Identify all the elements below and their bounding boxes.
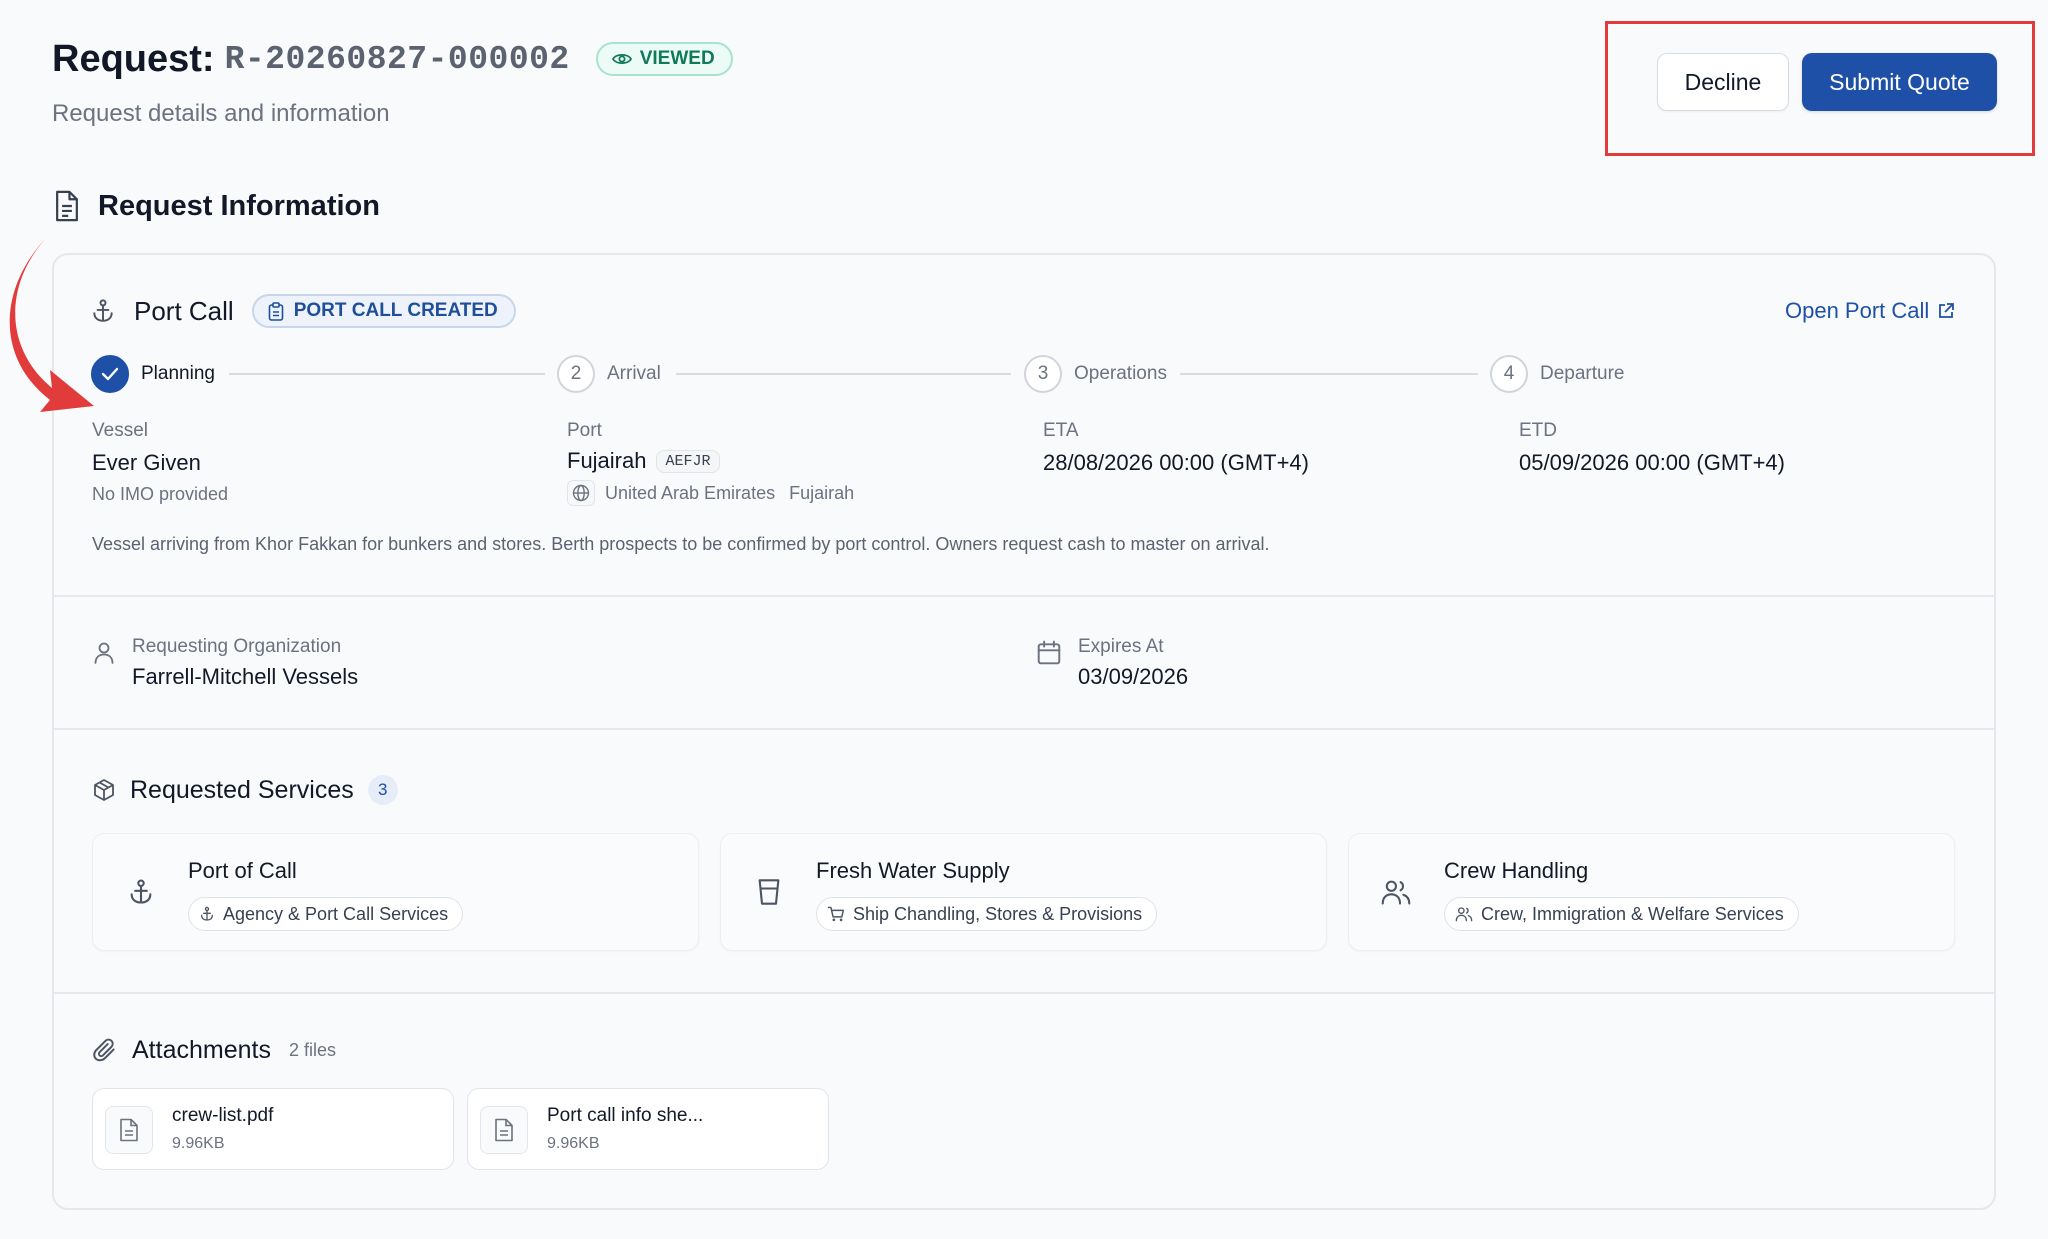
vessel-imo: No IMO provided xyxy=(92,484,229,504)
section-title: Request Information xyxy=(98,189,380,222)
attachments-count: 2 files xyxy=(288,1039,336,1060)
attachment-file-card[interactable]: crew-list.pdf 9.96KB xyxy=(92,1088,454,1170)
port-country: United Arab Emirates xyxy=(605,482,776,503)
stepper-connector xyxy=(676,373,1011,375)
service-name: Fresh Water Supply xyxy=(816,858,1010,883)
water-glass-icon xyxy=(758,879,780,905)
file-size: 9.96KB xyxy=(172,1135,225,1152)
annotation-highlight-box xyxy=(1605,21,2035,156)
file-size: 9.96KB xyxy=(547,1135,600,1152)
stepper-connector xyxy=(229,373,545,375)
service-category-chip: Ship Chandling, Stores & Provisions xyxy=(816,897,1158,931)
port-info: Port Fujairah AEFJR United Arab Emirates… xyxy=(567,420,854,506)
eta-label: ETA xyxy=(1043,420,1079,441)
divider xyxy=(54,595,1994,597)
port-call-status-label: PORT CALL CREATED xyxy=(293,300,498,321)
step-operations: 3 Operations xyxy=(1024,355,1167,393)
shopping-cart-icon xyxy=(828,906,844,922)
services-count-badge: 3 xyxy=(367,775,398,805)
file-name: Port call info she... xyxy=(547,1105,704,1126)
expires-label: Expires At xyxy=(1078,636,1164,657)
divider xyxy=(54,728,1994,730)
port-label: Port xyxy=(567,420,602,441)
service-category-label: Crew, Immigration & Welfare Services xyxy=(1481,903,1784,924)
users-icon xyxy=(1381,880,1411,905)
service-card-port-of-call[interactable]: Port of Call Agency & Port Call Services xyxy=(92,833,699,951)
port-call-status-badge: PORT CALL CREATED xyxy=(251,294,516,328)
open-port-call-link[interactable]: Open Port Call xyxy=(1785,298,1955,324)
step-arrival: 2 Arrival xyxy=(557,355,661,393)
port-call-note: Vessel arriving from Khor Fakkan for bun… xyxy=(92,534,1270,554)
requested-services-title: Requested Services xyxy=(130,775,354,804)
viewed-status-label: VIEWED xyxy=(639,48,715,69)
attachments-title: Attachments xyxy=(132,1035,271,1064)
step-number: 4 xyxy=(1490,355,1528,393)
page-title: Request: xyxy=(52,37,215,80)
service-category-label: Agency & Port Call Services xyxy=(223,903,449,924)
requested-services-header: Requested Services 3 xyxy=(92,772,398,808)
anchor-icon xyxy=(130,879,152,904)
service-category-chip: Crew, Immigration & Welfare Services xyxy=(1444,897,1799,931)
step-label: Operations xyxy=(1074,363,1167,384)
expires-value: 03/09/2026 xyxy=(1078,664,1189,689)
port-code-badge: AEFJR xyxy=(656,449,720,473)
port-call-header: Port Call PORT CALL CREATED xyxy=(90,293,516,329)
organization-value: Farrell-Mitchell Vessels xyxy=(132,664,359,689)
etd-info: ETD 05/09/2026 00:00 (GMT+4) xyxy=(1519,420,1785,476)
paperclip-icon xyxy=(93,1038,115,1062)
clipboard-icon xyxy=(268,301,284,321)
request-information-heading: Request Information xyxy=(52,186,380,226)
request-info-card xyxy=(52,253,1996,1210)
file-name: crew-list.pdf xyxy=(172,1105,274,1126)
step-label: Departure xyxy=(1540,363,1625,384)
expires-at: Expires At 03/09/2026 xyxy=(1036,636,1188,690)
file-icon xyxy=(480,1106,528,1154)
etd-label: ETD xyxy=(1519,420,1557,441)
vessel-info: Vessel Ever Given No IMO provided xyxy=(92,420,228,505)
service-category-label: Ship Chandling, Stores & Provisions xyxy=(853,903,1143,924)
step-label: Arrival xyxy=(607,363,661,384)
page-header: Request: R-20260827-000002 VIEWED xyxy=(52,36,733,82)
port-call-title: Port Call xyxy=(134,295,234,326)
file-icon xyxy=(105,1106,153,1154)
open-port-call-label: Open Port Call xyxy=(1785,298,1930,323)
step-departure: 4 Departure xyxy=(1490,355,1625,393)
requesting-organization: Requesting Organization Farrell-Mitchell… xyxy=(92,636,358,690)
vessel-label: Vessel xyxy=(92,420,148,441)
step-number: 2 xyxy=(557,355,595,393)
document-icon xyxy=(56,190,78,222)
service-card-fresh-water[interactable]: Fresh Water Supply Ship Chandling, Store… xyxy=(720,833,1327,951)
annotation-arrow xyxy=(9,238,94,412)
service-name: Crew Handling xyxy=(1444,858,1589,883)
eta-info: ETA 28/08/2026 00:00 (GMT+4) xyxy=(1043,420,1309,476)
organization-label: Requesting Organization xyxy=(132,636,342,657)
attachment-file-card[interactable]: Port call info she... 9.96KB xyxy=(467,1088,829,1170)
step-number: 3 xyxy=(1024,355,1062,393)
step-label: Planning xyxy=(141,363,215,384)
attachments-header: Attachments 2 files xyxy=(92,1032,336,1068)
anchor-icon xyxy=(201,906,213,921)
globe-icon xyxy=(567,480,595,506)
stepper-connector xyxy=(1180,373,1478,375)
service-category-chip: Agency & Port Call Services xyxy=(188,897,464,931)
eta-value: 28/08/2026 00:00 (GMT+4) xyxy=(1043,450,1309,475)
page-subtitle: Request details and information xyxy=(52,100,390,127)
eye-icon xyxy=(611,53,632,65)
etd-value: 05/09/2026 00:00 (GMT+4) xyxy=(1519,450,1785,475)
calendar-icon xyxy=(1037,640,1061,665)
users-icon xyxy=(1455,907,1473,922)
port-city: Fujairah xyxy=(789,482,855,503)
vessel-name: Ever Given xyxy=(92,450,201,475)
service-name: Port of Call xyxy=(188,858,297,883)
viewed-status-badge: VIEWED xyxy=(595,42,733,76)
external-link-icon xyxy=(1939,303,1955,318)
divider xyxy=(54,992,1994,994)
service-card-crew-handling[interactable]: Crew Handling Crew, Immigration & Welfar… xyxy=(1348,833,1955,951)
user-icon xyxy=(94,642,114,664)
port-name: Fujairah xyxy=(567,448,647,473)
request-id: R-20260827-000002 xyxy=(224,40,570,78)
package-icon xyxy=(94,779,114,801)
